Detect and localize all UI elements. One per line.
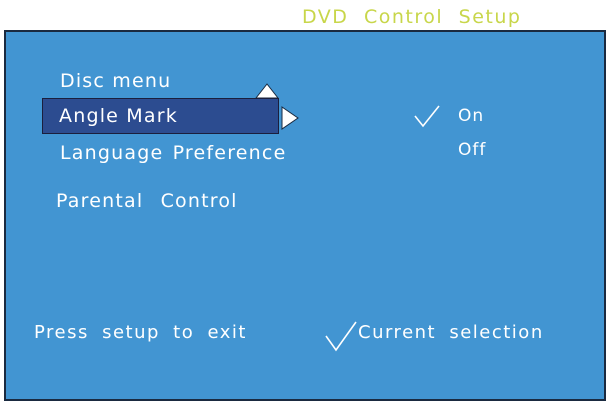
up-arrow-icon[interactable] xyxy=(255,83,279,99)
menu-item-disc-menu[interactable]: Disc menu xyxy=(60,70,171,92)
exit-hint: Press setup to exit xyxy=(34,322,247,343)
menu-item-parental-control[interactable]: Parental Control xyxy=(56,190,238,212)
menu-item-language-preference[interactable]: Language Preference xyxy=(60,142,286,164)
legend-checkmark-icon xyxy=(325,321,357,352)
option-on[interactable]: On xyxy=(458,106,484,126)
right-arrow-icon[interactable] xyxy=(281,106,299,130)
checkmark-icon xyxy=(414,105,440,128)
setup-panel: Disc menu Angle Mark Language Preference… xyxy=(4,30,606,401)
option-off[interactable]: Off xyxy=(458,140,486,160)
page-title: DVD Control Setup xyxy=(302,6,522,28)
menu-item-angle-mark: Angle Mark xyxy=(59,105,178,127)
menu-item-angle-mark-highlight[interactable]: Angle Mark xyxy=(42,98,279,134)
current-selection-legend: Current selection xyxy=(358,322,544,343)
